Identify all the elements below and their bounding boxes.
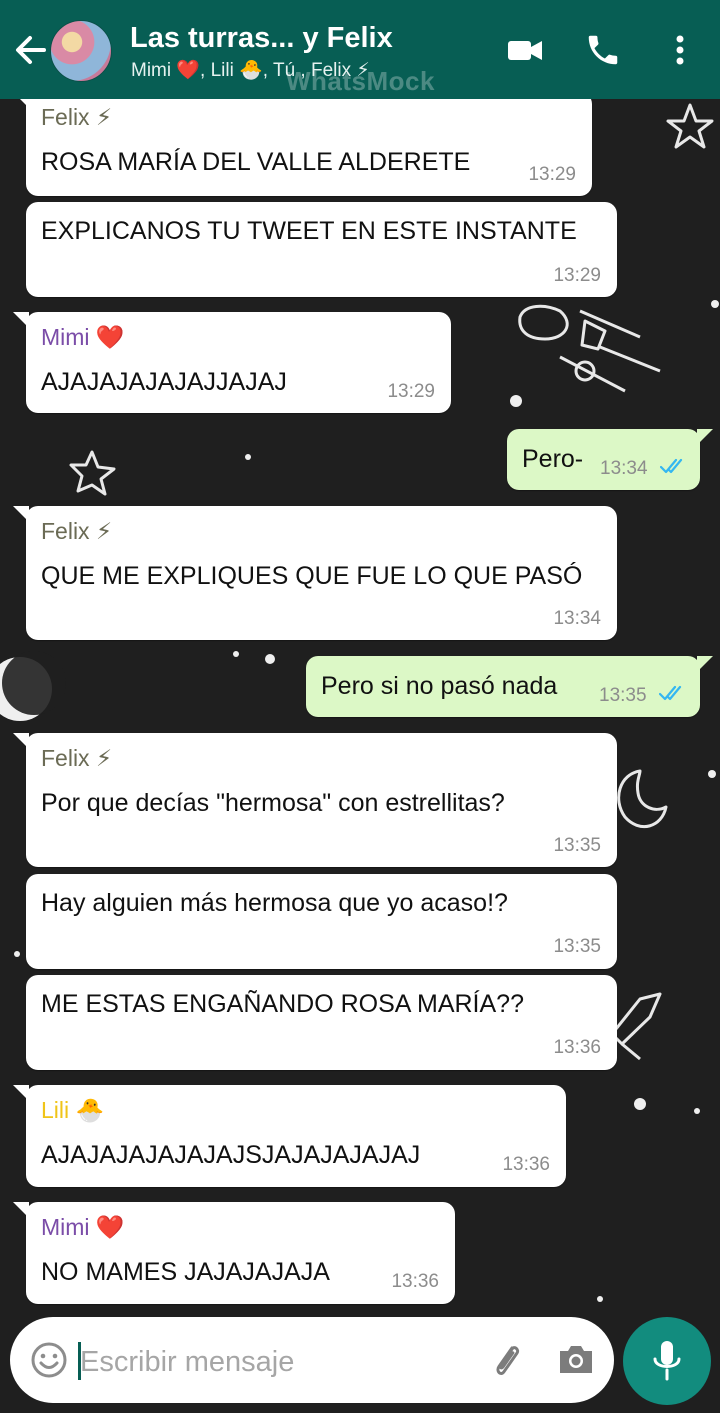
sender-name: Felix ⚡ [41, 745, 113, 771]
message-time: 13:36 [553, 1037, 601, 1058]
message-text: AJAJAJAJAJAJAJSJAJAJAJAJAJ [41, 1141, 421, 1169]
message-time: 13:36 [502, 1154, 550, 1175]
message-bubble-incoming[interactable]: ME ESTAS ENGAÑANDO ROSA MARÍA?? 13:36 [26, 975, 617, 1070]
message-composer [10, 1317, 614, 1403]
chat-header: Las turras... y Felix Mimi ❤️, Lili 🐣, T… [0, 0, 720, 99]
message-bubble-incoming[interactable]: Mimi ❤️ AJAJAJAJAJAJJAJAJ 13:29 [13, 312, 451, 413]
message-time: 13:29 [553, 265, 601, 286]
message-text: NO MAMES JAJAJAJAJA [41, 1258, 330, 1286]
message-time: 13:34 [553, 608, 601, 629]
message-text: ME ESTAS ENGAÑANDO ROSA MARÍA?? [41, 990, 524, 1018]
message-bubble-incoming[interactable]: Mimi ❤️ NO MAMES JAJAJAJAJA 13:36 [13, 1202, 455, 1304]
message-text: QUE ME EXPLIQUES QUE FUE LO QUE PASÓ [41, 562, 583, 590]
microphone-icon [653, 1341, 681, 1381]
message-input[interactable] [80, 1345, 470, 1379]
message-text: AJAJAJAJAJAJJAJAJ [41, 368, 287, 396]
message-bubble-incoming[interactable]: Lili 🐣 AJAJAJAJAJAJAJSJAJAJAJAJAJ 13:36 [13, 1085, 566, 1187]
paperclip-icon[interactable] [486, 1339, 528, 1381]
message-time: 13:35 [553, 835, 601, 856]
message-text: Por que decías "hermosa" con estrellitas… [41, 789, 505, 817]
group-avatar[interactable] [50, 20, 112, 82]
chat-title[interactable]: Las turras... y Felix [130, 22, 393, 55]
sender-name: Lili 🐣 [41, 1097, 105, 1123]
message-time: 13:35 [599, 685, 647, 706]
message-bubble-incoming[interactable]: Felix ⚡ ROSA MARÍA DEL VALLE ALDERETE 13… [13, 92, 592, 196]
message-text: Pero- [522, 445, 584, 473]
message-time: 13:35 [553, 936, 601, 957]
message-text: Pero si no pasó nada [321, 672, 558, 700]
message-time: 13:34 [600, 458, 648, 479]
read-receipt-icon [660, 458, 683, 474]
sender-name: Felix ⚡ [41, 104, 113, 130]
message-bubble-incoming[interactable]: Felix ⚡ Por que decías "hermosa" con est… [13, 733, 617, 867]
phone-icon[interactable] [584, 30, 622, 70]
arrow-left-icon[interactable] [12, 30, 48, 70]
message-text: ROSA MARÍA DEL VALLE ALDERETE [41, 148, 471, 176]
sender-name: Mimi ❤️ [41, 1214, 125, 1240]
message-bubble-incoming[interactable]: EXPLICANOS TU TWEET EN ESTE INSTANTE 13:… [26, 202, 617, 297]
message-text: Hay alguien más hermosa que yo acaso!? [41, 889, 508, 917]
message-time: 13:29 [387, 381, 435, 402]
camera-icon[interactable] [556, 1341, 596, 1379]
read-receipt-icon [659, 685, 682, 701]
message-time: 13:36 [391, 1271, 439, 1292]
sender-name: Felix ⚡ [41, 518, 113, 544]
message-bubble-incoming[interactable]: Felix ⚡ QUE ME EXPLIQUES QUE FUE LO QUE … [13, 506, 617, 640]
video-camera-icon[interactable] [506, 30, 544, 70]
emoji-icon[interactable] [30, 1341, 68, 1379]
message-bubble-outgoing[interactable]: Pero- 13:34 [507, 429, 713, 490]
more-vertical-icon[interactable] [668, 30, 692, 70]
watermark: WhatsMock [286, 66, 435, 96]
message-text: EXPLICANOS TU TWEET EN ESTE INSTANTE [41, 217, 577, 245]
message-bubble-outgoing[interactable]: Pero si no pasó nada 13:35 [306, 656, 713, 717]
microphone-button[interactable] [623, 1317, 711, 1405]
message-time: 13:29 [528, 164, 576, 185]
message-list: Felix ⚡ ROSA MARÍA DEL VALLE ALDERETE 13… [0, 0, 720, 1413]
sender-name: Mimi ❤️ [41, 324, 125, 350]
message-bubble-incoming[interactable]: Hay alguien más hermosa que yo acaso!? 1… [26, 874, 617, 969]
